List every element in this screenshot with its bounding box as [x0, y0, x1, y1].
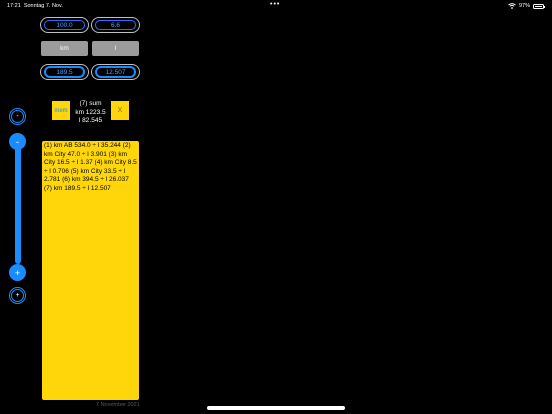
- footer-date: 7 November 2021: [96, 402, 140, 408]
- l-value-text: 6.6: [110, 21, 121, 29]
- wifi-icon: [508, 3, 516, 9]
- km-value-text: 100.0: [56, 21, 73, 29]
- l-unit-button[interactable]: l: [92, 41, 139, 56]
- status-time: 17:21 Sonntag 7. Nov.: [7, 3, 63, 9]
- l-total-field[interactable]: 12.507: [91, 64, 140, 80]
- l-value-field[interactable]: 6.6: [91, 17, 140, 33]
- status-right: 97%: [508, 3, 545, 9]
- increment-small-button[interactable]: +: [9, 287, 26, 304]
- km-total-text: 189.5: [56, 68, 73, 76]
- decrement-small-button[interactable]: -: [9, 108, 26, 125]
- sum-title: (7) sum: [79, 100, 102, 107]
- home-indicator[interactable]: [207, 406, 345, 410]
- km-total-field[interactable]: 189.5: [40, 64, 89, 80]
- sum-display: (7) sum km 1223.5 l 82.545: [70, 100, 111, 126]
- l-total-text: 12.507: [105, 68, 126, 76]
- notes-text-area[interactable]: (1) km AB 534.0 ÷ l 35.244 (2) km City 4…: [42, 141, 139, 400]
- adjust-slider[interactable]: [15, 144, 21, 264]
- sum-l: l 82.545: [78, 117, 103, 124]
- increment-button[interactable]: +: [9, 264, 26, 281]
- sum-km: km 1223.5: [75, 108, 106, 116]
- multitasking-dots[interactable]: •••: [270, 1, 280, 8]
- battery-icon: [533, 3, 545, 9]
- mem-button[interactable]: mem: [52, 101, 70, 120]
- minus-small-icon: -: [11, 110, 24, 123]
- km-value-field[interactable]: 100.0: [40, 17, 89, 33]
- status-bar: 17:21 Sonntag 7. Nov. ••• 97%: [0, 0, 552, 12]
- plus-small-icon: +: [11, 289, 24, 302]
- clear-button[interactable]: X: [111, 101, 129, 120]
- battery-percentage: 97%: [518, 3, 530, 9]
- km-unit-button[interactable]: km: [41, 41, 88, 56]
